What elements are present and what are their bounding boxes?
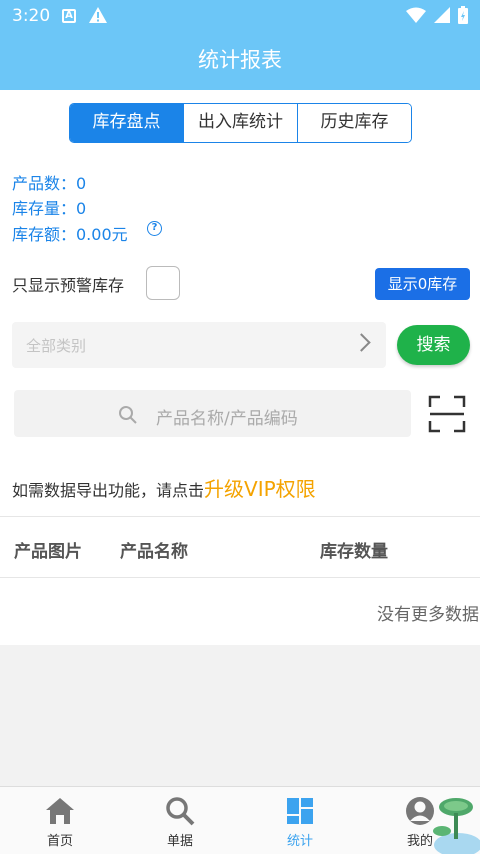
divider bbox=[0, 516, 480, 517]
nav-documents-label: 单据 bbox=[166, 834, 193, 849]
decorative-mascot-icon bbox=[433, 798, 480, 854]
help-icon[interactable]: ? bbox=[147, 221, 162, 236]
stock-amount: 库存额：0.00元 bbox=[12, 225, 128, 244]
warning-icon bbox=[88, 6, 108, 28]
status-bar: 3:20 A bbox=[0, 0, 480, 34]
search-placeholder: 产品名称/产品编码 bbox=[156, 409, 298, 429]
status-time: 3:20 bbox=[12, 6, 51, 26]
nav-stats[interactable]: 统计 bbox=[240, 787, 360, 854]
upgrade-vip-link[interactable]: 升级VIP权限 bbox=[204, 477, 316, 501]
show-zero-stock-button[interactable]: 显示0库存 bbox=[375, 268, 470, 300]
vip-hint: 如需数据导出功能，请点击升级VIP权限 bbox=[12, 473, 316, 502]
battery-icon bbox=[458, 6, 468, 24]
search-input[interactable]: 产品名称/产品编码 bbox=[14, 390, 411, 437]
search-icon bbox=[166, 797, 195, 826]
search-button[interactable]: 搜索 bbox=[397, 325, 470, 365]
stats-icon bbox=[287, 798, 313, 824]
content-area: 库存盘点 出入库统计 历史库存 产品数：0 库存量：0 库存额：0.00元 ? … bbox=[0, 90, 480, 645]
notification-a-icon: A bbox=[62, 9, 76, 23]
category-placeholder: 全部类别 bbox=[26, 337, 87, 355]
product-count: 产品数：0 bbox=[12, 174, 87, 193]
nav-home-label: 首页 bbox=[46, 834, 73, 849]
vip-hint-text: 如需数据导出功能，请点击 bbox=[12, 481, 205, 500]
stock-quantity: 库存量：0 bbox=[12, 199, 87, 218]
nav-stats-label: 统计 bbox=[286, 834, 313, 849]
bottom-nav: 首页 单据 统计 我的 bbox=[0, 786, 480, 854]
status-right bbox=[406, 6, 468, 24]
nav-documents[interactable]: 单据 bbox=[120, 787, 240, 854]
home-icon bbox=[46, 798, 74, 824]
table-header-image: 产品图片 bbox=[14, 542, 82, 562]
scan-icon[interactable] bbox=[428, 395, 466, 433]
warning-stock-checkbox[interactable] bbox=[146, 266, 180, 300]
category-select[interactable]: 全部类别 bbox=[12, 322, 386, 368]
table-header-quantity: 库存数量 bbox=[320, 542, 388, 562]
tab-history-stock[interactable]: 历史库存 bbox=[297, 104, 411, 142]
warning-stock-label: 只显示预警库存 bbox=[12, 276, 125, 295]
tab-in-out-stats[interactable]: 出入库统计 bbox=[183, 104, 297, 142]
tab-stock-check[interactable]: 库存盘点 bbox=[70, 104, 183, 142]
signal-icon bbox=[434, 7, 450, 23]
wifi-icon bbox=[406, 7, 426, 23]
chevron-right-icon bbox=[352, 333, 371, 352]
nav-home[interactable]: 首页 bbox=[0, 787, 120, 854]
table-header-name: 产品名称 bbox=[120, 542, 188, 562]
no-more-data: 没有更多数据 bbox=[377, 605, 479, 625]
page-title: 统计报表 bbox=[198, 48, 282, 72]
search-icon bbox=[119, 406, 137, 424]
app-bar: 统计报表 bbox=[0, 34, 480, 90]
divider bbox=[0, 577, 480, 578]
tab-group: 库存盘点 出入库统计 历史库存 bbox=[69, 103, 412, 143]
